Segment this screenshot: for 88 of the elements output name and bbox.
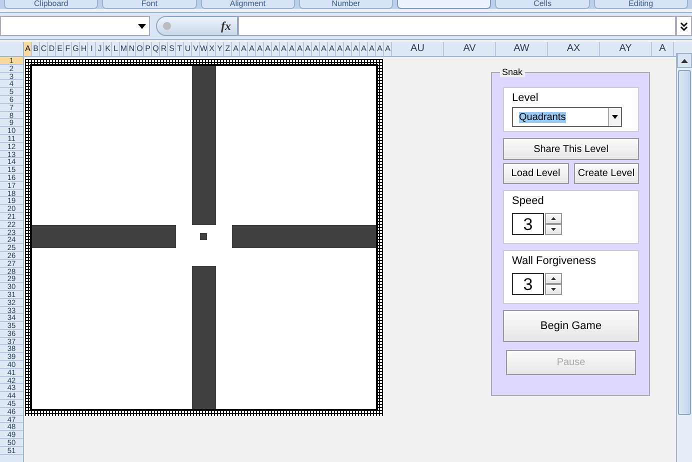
column-header[interactable]: A bbox=[336, 42, 344, 56]
ribbon-group-label: Number bbox=[298, 0, 394, 9]
column-header[interactable]: U bbox=[184, 42, 192, 56]
column-header[interactable]: P bbox=[144, 42, 152, 56]
speed-label: Speed bbox=[512, 195, 545, 207]
column-header[interactable]: X bbox=[208, 42, 216, 56]
spin-down-button[interactable] bbox=[545, 284, 562, 295]
column-header[interactable]: A bbox=[344, 42, 352, 56]
column-header[interactable]: B bbox=[32, 42, 40, 56]
column-header[interactable]: H bbox=[80, 42, 88, 56]
column-header[interactable]: A bbox=[24, 42, 32, 56]
column-header[interactable]: A bbox=[264, 42, 272, 56]
column-header[interactable]: A bbox=[296, 42, 304, 56]
up-triangle-icon bbox=[681, 58, 688, 62]
level-label: Level bbox=[512, 92, 540, 104]
column-header[interactable]: A bbox=[256, 42, 264, 56]
begin-game-button[interactable]: Begin Game bbox=[503, 310, 639, 342]
ribbon-group-label: Editing bbox=[594, 0, 688, 9]
scroll-up-button[interactable] bbox=[677, 53, 692, 68]
column-header[interactable]: D bbox=[48, 42, 56, 56]
wall-forgiveness-label: Wall Forgiveness bbox=[512, 255, 597, 267]
dropdown-arrow-icon bbox=[138, 24, 146, 28]
column-header[interactable]: A bbox=[376, 42, 384, 56]
column-header[interactable]: Q bbox=[152, 42, 160, 56]
column-header[interactable]: A bbox=[272, 42, 280, 56]
column-header[interactable]: G bbox=[72, 42, 80, 56]
down-triangle-icon bbox=[551, 228, 556, 231]
scroll-thumb[interactable] bbox=[678, 70, 691, 415]
column-header[interactable]: A bbox=[328, 42, 336, 56]
column-header[interactable]: A bbox=[352, 42, 360, 56]
up-triangle-icon bbox=[551, 277, 556, 280]
column-header[interactable]: I bbox=[88, 42, 96, 56]
column-header[interactable]: T bbox=[176, 42, 184, 56]
formula-input[interactable] bbox=[238, 16, 676, 36]
expand-formula-bar-button[interactable] bbox=[676, 16, 692, 36]
spin-up-button[interactable] bbox=[545, 213, 562, 224]
spin-up-button[interactable] bbox=[545, 273, 562, 284]
double-chevron-icon bbox=[680, 22, 688, 30]
column-header[interactable]: Z bbox=[224, 42, 232, 56]
down-triangle-icon bbox=[551, 288, 556, 291]
column-header[interactable]: A bbox=[280, 42, 288, 56]
column-header[interactable]: A bbox=[240, 42, 248, 56]
column-header[interactable]: W bbox=[200, 42, 208, 56]
load-level-button[interactable]: Load Level bbox=[503, 163, 568, 184]
column-header[interactable]: E bbox=[56, 42, 64, 56]
column-header[interactable]: A bbox=[312, 42, 320, 56]
column-header[interactable]: Y bbox=[216, 42, 224, 56]
column-header[interactable]: J bbox=[96, 42, 104, 56]
column-header[interactable]: A bbox=[288, 42, 296, 56]
column-header[interactable]: R bbox=[160, 42, 168, 56]
column-header[interactable]: A bbox=[304, 42, 312, 56]
dropdown-arrow-icon bbox=[612, 115, 618, 119]
column-header[interactable]: V bbox=[192, 42, 200, 56]
insert-function-button[interactable]: fx bbox=[221, 18, 231, 34]
column-header[interactable]: A bbox=[320, 42, 328, 56]
level-dropdown[interactable]: Quadrants bbox=[512, 107, 622, 127]
share-level-button[interactable]: Share This Level bbox=[503, 138, 639, 160]
ribbon-group-label: Clipboard bbox=[4, 0, 98, 9]
column-header[interactable]: A bbox=[384, 42, 392, 56]
ribbon-group-label: Alignment bbox=[200, 0, 295, 9]
column-header[interactable]: M bbox=[120, 42, 128, 56]
column-header[interactable]: C bbox=[40, 42, 48, 56]
ribbon-group-label: Cells bbox=[495, 0, 590, 9]
column-header[interactable]: O bbox=[136, 42, 144, 56]
column-header[interactable]: AY bbox=[600, 42, 652, 56]
column-header[interactable]: S bbox=[168, 42, 176, 56]
spin-down-button[interactable] bbox=[545, 224, 562, 235]
column-header[interactable]: A bbox=[360, 42, 368, 56]
column-header[interactable]: A bbox=[232, 42, 240, 56]
speed-value-field[interactable]: 3 bbox=[512, 213, 544, 235]
column-header[interactable]: N bbox=[128, 42, 136, 56]
column-header[interactable]: A bbox=[368, 42, 376, 56]
column-header[interactable]: AU bbox=[392, 42, 444, 56]
create-level-button[interactable]: Create Level bbox=[574, 163, 639, 184]
column-header[interactable]: F bbox=[64, 42, 72, 56]
up-triangle-icon bbox=[551, 217, 556, 220]
column-header[interactable]: K bbox=[104, 42, 112, 56]
panel-title: Snak bbox=[500, 67, 525, 77]
wall-forgiveness-value-field[interactable]: 3 bbox=[512, 273, 544, 295]
ribbon-group-label: Font bbox=[102, 0, 197, 9]
column-header[interactable]: AW bbox=[496, 42, 548, 56]
column-header[interactable]: AV bbox=[444, 42, 496, 56]
column-header[interactable]: L bbox=[112, 42, 120, 56]
vertical-scrollbar[interactable] bbox=[676, 53, 692, 462]
circle-icon bbox=[163, 22, 171, 30]
column-header[interactable]: A bbox=[652, 42, 674, 56]
column-header[interactable]: A bbox=[248, 42, 256, 56]
column-header[interactable]: AX bbox=[548, 42, 600, 56]
